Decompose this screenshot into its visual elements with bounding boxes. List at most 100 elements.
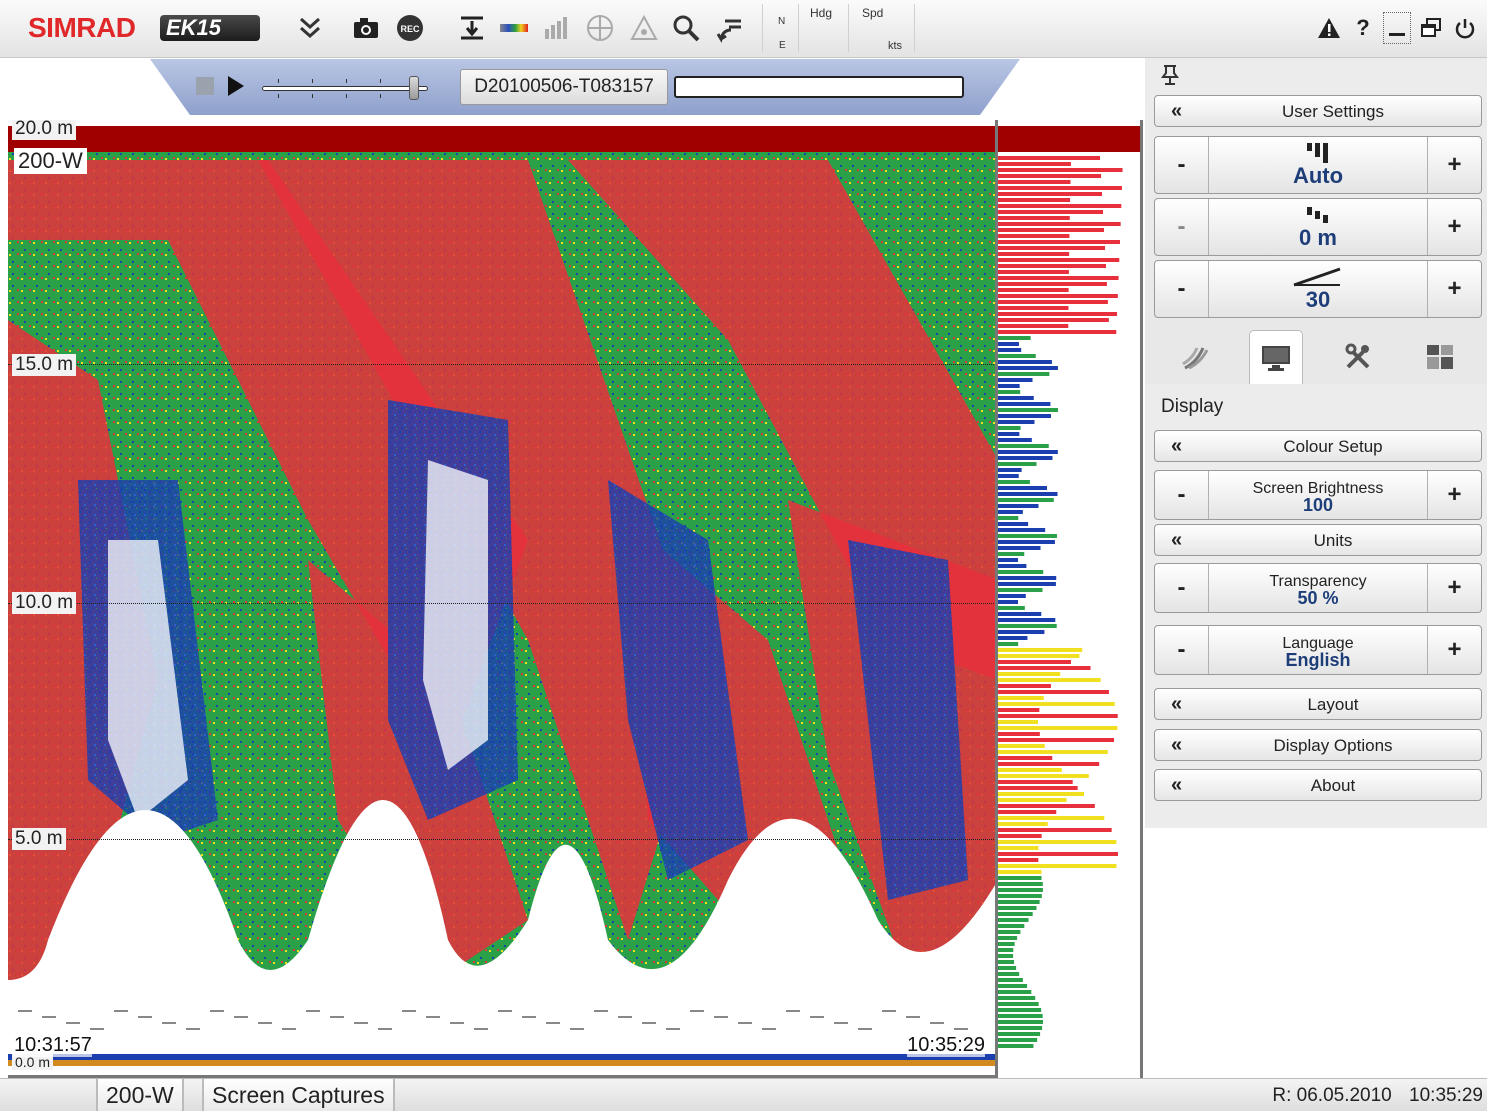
histogram-icon[interactable] [540, 12, 572, 44]
record-icon[interactable]: REC [394, 12, 426, 44]
noise-dot [498, 1010, 512, 1012]
range-start-icon [1209, 203, 1427, 225]
histogram-bar [998, 672, 1061, 676]
histogram-bar [998, 258, 1120, 262]
colour-setup-button[interactable]: « Colour Setup [1154, 430, 1482, 462]
histogram-bar [998, 1020, 1043, 1024]
range-value-button[interactable]: 30 [1209, 261, 1427, 317]
separator [848, 4, 849, 52]
histogram-bar [998, 480, 1030, 484]
back-arrow-icon[interactable] [714, 12, 746, 44]
histogram-bar [998, 678, 1101, 682]
histogram-bar [998, 318, 1109, 322]
units-button[interactable]: « Units [1154, 524, 1482, 556]
range-start-value-button[interactable]: 0 m [1209, 199, 1427, 255]
minimize-icon[interactable] [1383, 12, 1411, 44]
range-minus-button[interactable]: - [1155, 261, 1209, 317]
histogram-bar [998, 762, 1100, 766]
histogram-bar [998, 288, 1069, 292]
histogram-bar [998, 990, 1032, 994]
brightness-plus-button[interactable]: + [1427, 471, 1481, 519]
replay-file-name[interactable]: D20100506-T083157 [460, 69, 668, 105]
histogram-bar [998, 900, 1040, 904]
histogram-bar [998, 168, 1123, 172]
histogram-bars [998, 126, 1140, 1048]
noise-dot [858, 1028, 872, 1030]
histogram-bar [998, 234, 1070, 238]
help-icon[interactable]: ? [1349, 12, 1377, 44]
histogram-bar [998, 252, 1070, 256]
chevron-left-icon: « [1171, 734, 1183, 756]
power-icon[interactable] [1451, 12, 1479, 44]
replay-position-slider[interactable] [262, 74, 432, 102]
screen-captures-tab[interactable]: Screen Captures [202, 1079, 395, 1111]
histogram-bar [998, 936, 1018, 940]
noise-dot [642, 1022, 656, 1024]
histogram-bar [998, 888, 1043, 892]
histogram-bar [998, 726, 1118, 730]
channel-tab[interactable]: 200-W [96, 1079, 184, 1111]
screen-brightness-control: - Screen Brightness 100 + [1154, 470, 1482, 520]
noise-dot [810, 1016, 824, 1018]
language-plus-button[interactable]: + [1427, 626, 1481, 674]
end-time: 10:35:29 [907, 1034, 985, 1057]
transparency-value-button[interactable]: Transparency 50 % [1209, 564, 1427, 612]
noise-dot [66, 1022, 80, 1024]
gain-minus-button[interactable]: - [1155, 137, 1209, 193]
compass-icon[interactable] [584, 12, 616, 44]
brightness-value-button[interactable]: Screen Brightness 100 [1209, 471, 1427, 519]
brightness-minus-button[interactable]: - [1155, 471, 1209, 519]
range-start-plus-button[interactable]: + [1427, 199, 1481, 255]
noise-dot [738, 1022, 752, 1024]
zoom-icon[interactable] [670, 12, 702, 44]
histogram-bar [998, 960, 1015, 964]
slider-track[interactable] [262, 86, 428, 91]
active-tab[interactable] [1413, 330, 1467, 384]
camera-icon[interactable] [350, 12, 382, 44]
noise-dot [426, 1016, 440, 1018]
histogram-bar [998, 198, 1071, 202]
triangle-icon[interactable] [628, 12, 660, 44]
histogram-bar [998, 852, 1118, 856]
range-plus-button[interactable]: + [1427, 261, 1481, 317]
histogram-surface-bar [998, 126, 1140, 152]
histogram-bar [998, 378, 1033, 382]
histogram-bar [998, 840, 1117, 844]
range-start-minus-button[interactable]: - [1155, 199, 1209, 255]
stop-button[interactable] [196, 77, 214, 95]
layout-button[interactable]: « Layout [1154, 688, 1482, 720]
colour-scale-icon[interactable] [498, 12, 530, 44]
alarm-icon[interactable] [1315, 12, 1343, 44]
play-button[interactable] [228, 76, 244, 96]
depth-label-15m: 15.0 m [12, 354, 77, 376]
histogram-bar [998, 636, 1028, 640]
pin-icon[interactable] [1159, 64, 1181, 86]
depth-icon[interactable] [456, 12, 488, 44]
echogram-view[interactable]: 20.0 m 15.0 m 10.0 m 5.0 m 0.0 m 200-W 1… [8, 120, 998, 1078]
display-options-button[interactable]: « Display Options [1154, 729, 1482, 761]
range-icon [1209, 265, 1427, 287]
about-button[interactable]: « About [1154, 769, 1482, 801]
double-chevron-down-icon[interactable] [294, 12, 326, 44]
slider-thumb[interactable] [409, 76, 419, 100]
display-tab[interactable] [1249, 330, 1303, 384]
range-start-control: - 0 m + [1154, 198, 1482, 256]
setup-tab[interactable] [1331, 330, 1385, 384]
top-toolbar: SIMRAD EK15 REC N E Hdg Spd kts ? [0, 0, 1487, 58]
histogram-bar [998, 504, 1039, 508]
operation-tab[interactable] [1169, 330, 1223, 384]
gain-plus-button[interactable]: + [1427, 137, 1481, 193]
language-minus-button[interactable]: - [1155, 626, 1209, 674]
histogram-bar [998, 630, 1045, 634]
histogram-bar [998, 924, 1025, 928]
transparency-minus-button[interactable]: - [1155, 564, 1209, 612]
histogram-bar [998, 864, 1117, 868]
bottom-line-blue [8, 1054, 995, 1060]
user-settings-button[interactable]: « User Settings [1154, 95, 1482, 127]
gain-value-button[interactable]: Auto [1209, 137, 1427, 193]
language-value-button[interactable]: Language English [1209, 626, 1427, 674]
transparency-plus-button[interactable]: + [1427, 564, 1481, 612]
clock: 10:35:29 [1409, 1085, 1483, 1106]
restore-icon[interactable] [1417, 12, 1445, 44]
display-options-label: Display Options [1273, 736, 1393, 755]
